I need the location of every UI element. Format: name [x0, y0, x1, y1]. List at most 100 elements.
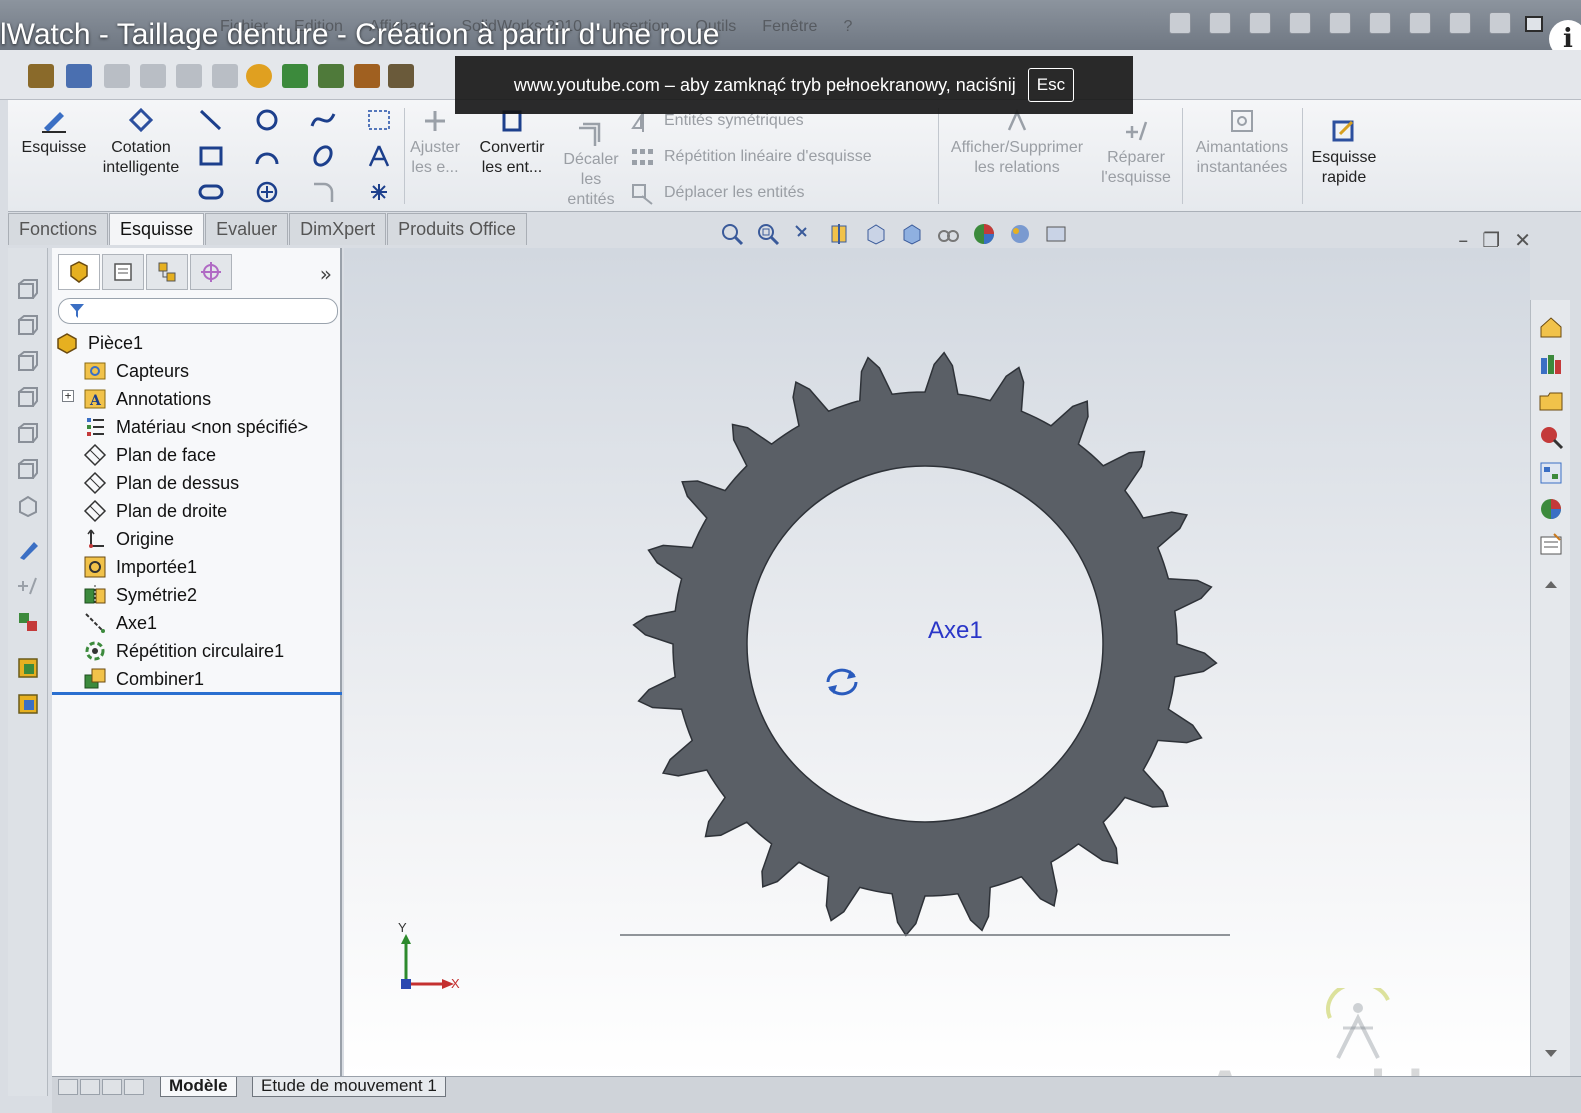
custom-properties-icon[interactable] — [1538, 532, 1564, 558]
view-cube-icon[interactable] — [16, 314, 40, 338]
restore-icon[interactable]: ❐ — [1482, 228, 1500, 252]
tool-icon[interactable] — [388, 64, 414, 88]
scroll-up-icon[interactable] — [1538, 572, 1564, 598]
display-style-icon[interactable] — [900, 222, 924, 246]
options-icon[interactable] — [1449, 12, 1471, 34]
slot-icon[interactable] — [198, 180, 224, 204]
mirror-entities-item[interactable]: Entités symétriques — [664, 112, 804, 130]
line-icon[interactable] — [198, 108, 224, 132]
prev-tab-icon[interactable] — [80, 1079, 100, 1095]
zoom-to-fit-icon[interactable] — [720, 222, 744, 246]
tree-filter[interactable] — [58, 298, 338, 324]
save-icon[interactable] — [1249, 12, 1271, 34]
undo-icon[interactable] — [1329, 12, 1351, 34]
tree-item-repetition-circulaire1[interactable]: Répétition circulaire1 — [82, 638, 284, 664]
rectangle-icon[interactable] — [198, 144, 224, 168]
view-orientation-icon[interactable] — [864, 222, 888, 246]
next-tab-icon[interactable] — [102, 1079, 122, 1095]
appearance-icon[interactable] — [972, 222, 996, 246]
tree-item-plan-de-face[interactable]: Plan de face — [82, 442, 216, 468]
minimize-icon[interactable] — [1525, 16, 1543, 32]
zoom-area-icon[interactable] — [756, 222, 780, 246]
tab-evaluer[interactable]: Evaluer — [205, 213, 289, 245]
esquisse-button[interactable]: Esquisse — [14, 108, 94, 158]
tree-item-capteurs[interactable]: Capteurs — [82, 358, 189, 384]
open-folder-icon[interactable] — [1209, 12, 1231, 34]
appearances-icon[interactable] — [1538, 496, 1564, 522]
linear-pattern-item[interactable]: Répétition linéaire d'esquisse — [664, 148, 872, 166]
view-cube-icon[interactable] — [16, 422, 40, 446]
convert-entities-button[interactable]: Convertir les ent... — [472, 108, 552, 178]
expand-icon[interactable]: + — [62, 390, 74, 402]
tool-icon[interactable] — [212, 64, 238, 88]
polygon-icon[interactable] — [254, 180, 280, 204]
tree-item-importee1[interactable]: Importée1 — [82, 554, 197, 580]
tool-icon[interactable] — [140, 64, 166, 88]
smart-dimension-button[interactable]: Cotation intelligente — [96, 108, 186, 178]
construction-grid-icon[interactable] — [366, 108, 392, 132]
toolbox-icon[interactable] — [28, 64, 54, 88]
ellipse-icon[interactable] — [310, 144, 336, 168]
new-document-icon[interactable] — [1169, 12, 1191, 34]
feature-icon[interactable] — [16, 692, 40, 716]
sketch-icon[interactable] — [16, 538, 40, 562]
select-cursor-icon[interactable] — [1369, 12, 1391, 34]
view-cube-icon[interactable] — [16, 278, 40, 302]
search-icon[interactable] — [1538, 424, 1564, 450]
view-cube-icon[interactable] — [16, 386, 40, 410]
tab-etude-de-mouvement[interactable]: Etude de mouvement 1 — [252, 1077, 446, 1097]
configuration-manager-tab[interactable] — [146, 254, 188, 290]
gear-model[interactable] — [344, 248, 1530, 1076]
move-entities-item[interactable]: Déplacer les entités — [664, 184, 805, 202]
quick-snaps-button[interactable]: Aimantations instantanées — [1184, 108, 1300, 178]
trim-entities-button[interactable]: Ajuster les e... — [406, 108, 464, 178]
menu-item[interactable]: Fenêtre — [762, 18, 817, 36]
tool-icon[interactable] — [318, 64, 344, 88]
previous-view-icon[interactable] — [792, 222, 816, 246]
display-relations-button[interactable]: Afficher/Supprimer les relations — [942, 108, 1092, 178]
property-manager-tab[interactable] — [102, 254, 144, 290]
tree-item-plan-de-dessus[interactable]: Plan de dessus — [82, 470, 239, 496]
close-icon[interactable]: ✕ — [1514, 228, 1531, 252]
rebuild-icon[interactable] — [1409, 12, 1431, 34]
tree-item-combiner1[interactable]: Combiner1 — [82, 666, 204, 692]
view-palette-icon[interactable] — [1538, 460, 1564, 486]
tool-icon[interactable] — [354, 64, 380, 88]
expand-panel-icon[interactable]: » — [320, 262, 332, 286]
minimize-icon[interactable]: – — [1458, 228, 1468, 252]
last-tab-icon[interactable] — [124, 1079, 144, 1095]
view-cube-icon[interactable] — [16, 350, 40, 374]
tab-esquisse[interactable]: Esquisse — [109, 213, 205, 245]
view-cube-icon[interactable] — [16, 494, 40, 518]
spline-icon[interactable] — [310, 108, 336, 132]
tab-modele[interactable]: Modèle — [160, 1077, 237, 1097]
tree-item-plan-de-droite[interactable]: Plan de droite — [82, 498, 227, 524]
help-icon[interactable] — [1489, 12, 1511, 34]
scene-icon[interactable] — [1008, 222, 1032, 246]
rollback-bar[interactable] — [52, 692, 342, 695]
tab-fonctions[interactable]: Fonctions — [8, 213, 109, 245]
tool-icon[interactable] — [104, 64, 130, 88]
circle-icon[interactable] — [254, 108, 280, 132]
scroll-down-icon[interactable] — [1538, 1040, 1564, 1066]
tool-icon[interactable] — [176, 64, 202, 88]
offset-entities-button[interactable]: Décaler les entités — [558, 120, 624, 210]
fillet-icon[interactable] — [310, 180, 336, 204]
menu-item[interactable]: ? — [843, 18, 852, 36]
first-tab-icon[interactable] — [58, 1079, 78, 1095]
arc-icon[interactable] — [254, 144, 280, 168]
view-settings-icon[interactable] — [1044, 222, 1068, 246]
gear-icon[interactable] — [246, 64, 272, 88]
design-library-icon[interactable] — [1538, 352, 1564, 378]
tab-dimxpert[interactable]: DimXpert — [289, 213, 387, 245]
dimxpert-manager-tab[interactable] — [190, 254, 232, 290]
import-icon[interactable] — [66, 64, 92, 88]
tree-item-symetrie2[interactable]: Symétrie2 — [82, 582, 197, 608]
section-view-icon[interactable] — [828, 222, 852, 246]
file-explorer-icon[interactable] — [1538, 388, 1564, 414]
point-icon[interactable] — [366, 180, 392, 204]
print-icon[interactable] — [1289, 12, 1311, 34]
tree-item-annotations[interactable]: A Annotations — [82, 386, 211, 412]
repair-icon[interactable] — [16, 574, 40, 598]
view-cube-icon[interactable] — [16, 458, 40, 482]
